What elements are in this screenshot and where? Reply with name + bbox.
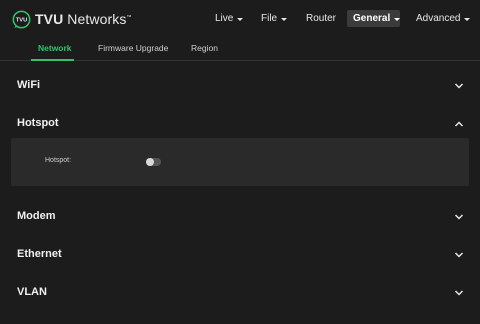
nav-general-label: General xyxy=(353,13,391,24)
chevron-down-icon xyxy=(454,83,464,89)
caret-down-icon xyxy=(394,17,401,21)
section-ethernet-header[interactable]: Ethernet xyxy=(0,244,480,266)
nav-advanced-label: Advanced xyxy=(416,13,461,24)
section-modem-title: Modem xyxy=(17,210,56,222)
tvu-logo[interactable]: TVU TVU Networks™ xyxy=(12,9,132,29)
sub-tab-bar: Network Firmware Upgrade Region xyxy=(0,38,480,61)
toggle-knob xyxy=(146,158,154,166)
section-hotspot-title: Hotspot xyxy=(17,117,59,129)
section-wifi-header[interactable]: WiFi xyxy=(0,75,480,97)
hotspot-label: Hotspot: xyxy=(45,157,72,164)
section-vlan-title: VLAN xyxy=(17,286,47,298)
nav-file-menu[interactable]: File xyxy=(261,10,288,27)
tab-network[interactable]: Network xyxy=(38,43,72,53)
tvu-logo-icon: TVU xyxy=(12,10,31,28)
chevron-down-icon xyxy=(454,290,464,296)
chevron-up-icon xyxy=(454,121,464,127)
hotspot-toggle[interactable] xyxy=(146,158,161,166)
caret-down-icon xyxy=(237,17,244,21)
chevron-down-icon xyxy=(454,252,464,258)
section-ethernet-title: Ethernet xyxy=(17,248,62,260)
nav-live-label: Live xyxy=(215,13,234,24)
nav-live-menu[interactable]: Live xyxy=(215,10,244,27)
tab-region[interactable]: Region xyxy=(191,43,218,53)
nav-file-label: File xyxy=(261,13,278,24)
active-tab-indicator xyxy=(31,59,74,61)
nav-general-menu[interactable]: General xyxy=(347,10,401,27)
hotspot-panel: Hotspot: xyxy=(11,138,469,186)
nav-router-label: Router xyxy=(306,13,337,24)
tab-firmware-upgrade[interactable]: Firmware Upgrade xyxy=(98,43,168,53)
svg-text:TVU: TVU xyxy=(16,17,27,23)
brand-name: TVU Networks™ xyxy=(35,11,132,27)
chevron-down-icon xyxy=(454,214,464,220)
caret-down-icon xyxy=(464,17,471,21)
top-navigation-bar: TVU TVU Networks™ Live File Router Gener… xyxy=(0,0,480,38)
section-hotspot-header[interactable]: Hotspot xyxy=(0,113,480,135)
section-vlan-header[interactable]: VLAN xyxy=(0,282,480,304)
section-wifi-title: WiFi xyxy=(17,79,41,91)
section-modem-header[interactable]: Modem xyxy=(0,206,480,228)
caret-down-icon xyxy=(281,17,288,21)
nav-advanced-menu[interactable]: Advanced xyxy=(416,10,471,27)
nav-router-link[interactable]: Router xyxy=(306,10,336,27)
